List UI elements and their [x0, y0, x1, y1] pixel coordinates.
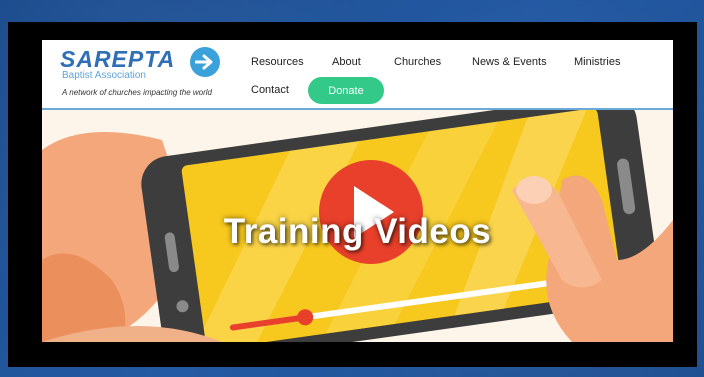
nav-about[interactable]: About [332, 56, 361, 68]
arrow-right-icon [190, 47, 220, 77]
hero-banner: Training Videos [42, 110, 673, 342]
donate-button[interactable]: Donate [308, 77, 384, 104]
nav-ministries[interactable]: Ministries [574, 56, 620, 68]
logo[interactable]: SAREPTA Baptist Association A network of… [60, 46, 240, 102]
hero-title: Training Videos [223, 212, 492, 251]
nav-resources[interactable]: Resources [251, 56, 304, 68]
nav-churches[interactable]: Churches [394, 56, 441, 68]
logo-tagline: A network of churches impacting the worl… [62, 88, 212, 97]
website: SAREPTA Baptist Association A network of… [42, 40, 673, 342]
nav-contact[interactable]: Contact [251, 84, 289, 96]
nav-news-events[interactable]: News & Events [472, 56, 547, 68]
site-header: SAREPTA Baptist Association A network of… [42, 40, 673, 110]
logo-title: SAREPTA [60, 46, 176, 72]
logo-subtitle: Baptist Association [62, 70, 146, 81]
